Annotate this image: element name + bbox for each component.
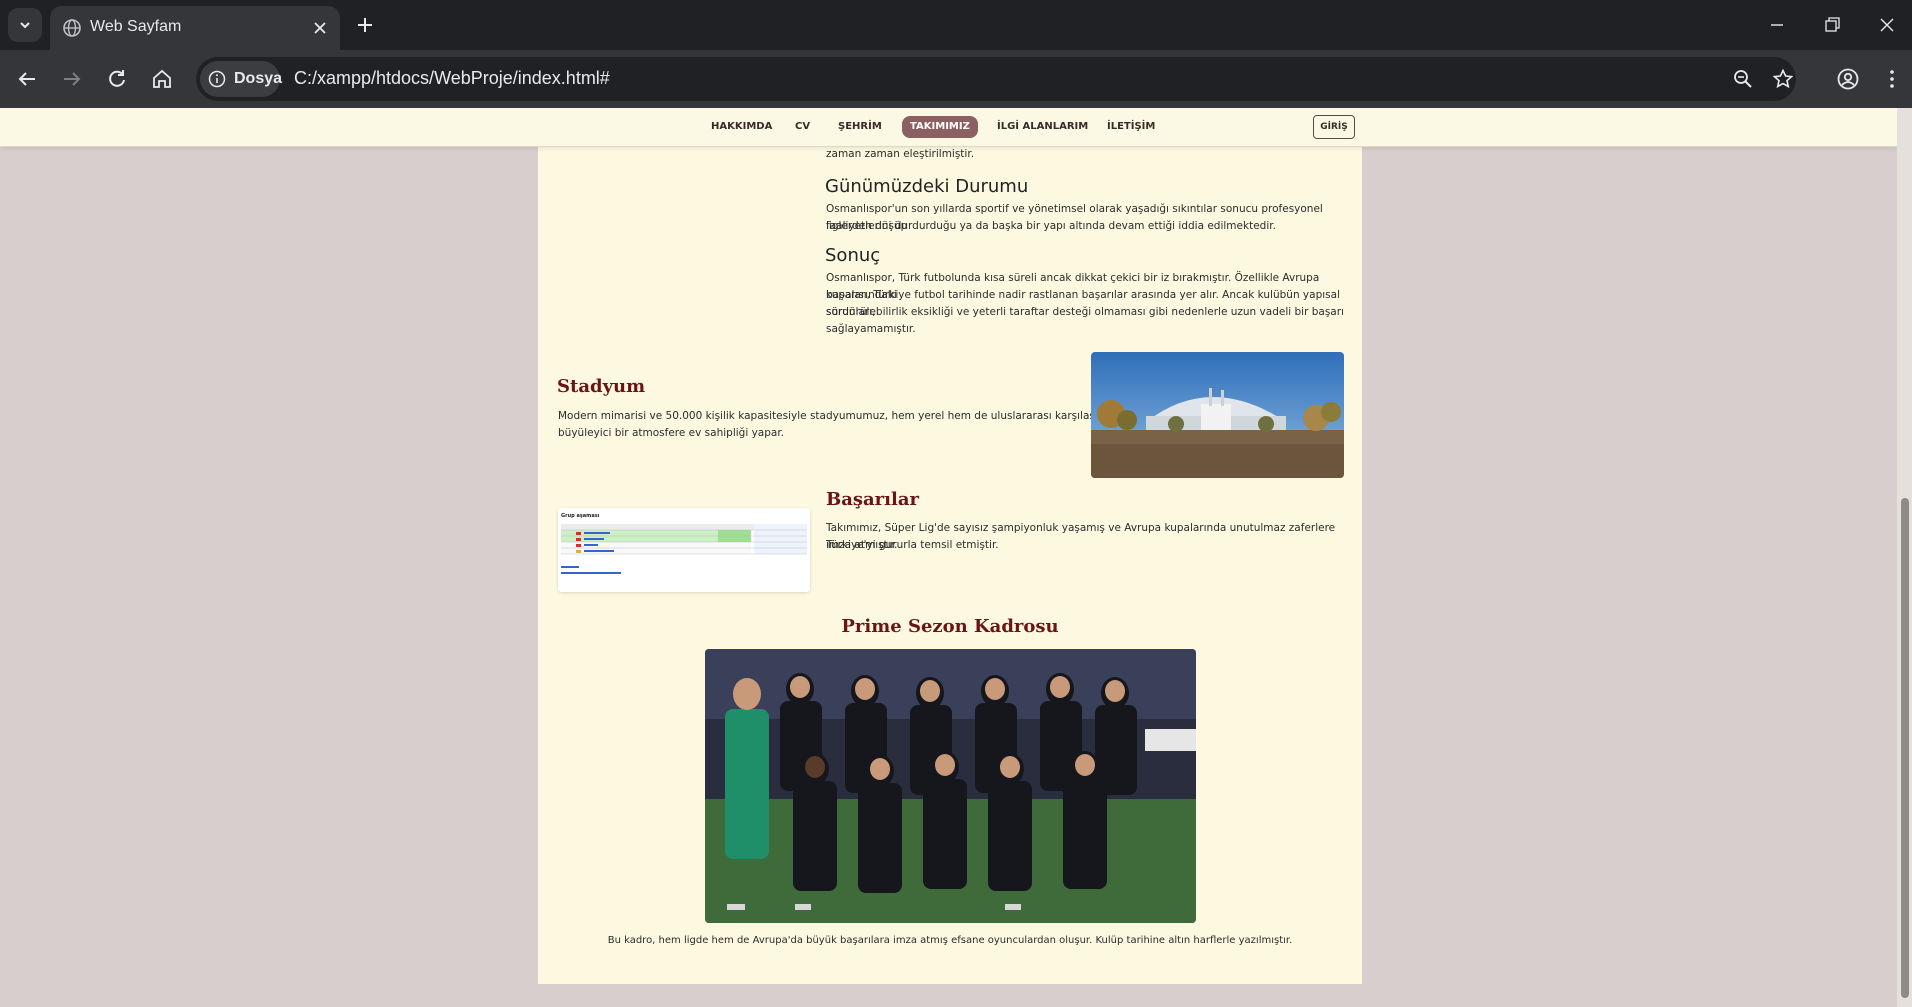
history-tail-text: zaman zaman eleştirilmiştir.	[826, 148, 975, 160]
nav-sehrim[interactable]: ŞEHRİM	[830, 116, 890, 138]
new-tab-plus-icon[interactable]	[355, 15, 375, 35]
reload-icon[interactable]	[105, 67, 129, 91]
window-close-icon[interactable]	[1876, 14, 1898, 36]
nav-iletisim[interactable]: İLETİŞİM	[1099, 116, 1163, 138]
table-title: Grup aşaması	[561, 513, 600, 519]
squad-caption: Bu kadro, hem ligde hem de Avrupa'da büy…	[607, 935, 1293, 946]
minimize-icon[interactable]	[1766, 14, 1788, 36]
profile-icon[interactable]	[1836, 67, 1860, 91]
more-menu-icon[interactable]	[1880, 67, 1904, 91]
result-line-3: sürdürülebilirlik eksikliği ve yeterli t…	[826, 306, 1344, 318]
nav-cv[interactable]: CV	[787, 116, 818, 138]
chevron-down-icon	[20, 22, 30, 29]
tab-title: Web Sayfam	[90, 18, 182, 35]
page-viewport: zaman zaman eleştirilmiştir. Günümüzdeki…	[0, 108, 1897, 1007]
nav-hakkimda[interactable]: HAKKIMDA	[703, 116, 780, 138]
tab-search-button[interactable]	[8, 8, 42, 42]
main-content-panel: zaman zaman eleştirilmiştir. Günümüzdeki…	[538, 108, 1362, 984]
nav-takimimiz[interactable]: TAKIMIMIZ	[902, 116, 978, 138]
login-button[interactable]: GİRİŞ	[1313, 115, 1355, 139]
result-line-4: sağlayamamıştır.	[826, 323, 916, 335]
close-icon[interactable]	[312, 20, 328, 36]
nav-ilgi-alanlarim[interactable]: İLGİ ALANLARIM	[989, 116, 1096, 138]
page-scrollbar[interactable]	[1897, 108, 1912, 1007]
address-bar[interactable]: Dosya C:/xampp/htdocs/WebProje/index.htm…	[196, 57, 1796, 101]
squad-heading: Prime Sezon Kadrosu	[841, 616, 1059, 637]
browser-tab-bar: Web Sayfam	[0, 0, 1912, 50]
site-navbar: HAKKIMDA CV ŞEHRİM TAKIMIMIZ İLGİ ALANLA…	[0, 108, 1897, 147]
bookmark-star-icon[interactable]	[1772, 68, 1794, 90]
home-icon[interactable]	[150, 67, 174, 91]
zoom-out-icon[interactable]	[1732, 68, 1754, 90]
forward-arrow-icon[interactable]	[60, 67, 84, 91]
restore-icon[interactable]	[1821, 14, 1843, 36]
scrollbar-thumb[interactable]	[1901, 498, 1909, 998]
globe-icon	[63, 19, 81, 37]
current-status-heading: Günümüzdeki Durumu	[825, 176, 1029, 197]
site-info-chip[interactable]: Dosya	[200, 61, 283, 97]
stadium-line-1: Modern mimarisi ve 50.000 kişilik kapasi…	[558, 410, 1139, 422]
group-table-image: Grup aşaması	[558, 508, 810, 592]
url-text[interactable]: C:/xampp/htdocs/WebProje/index.html#	[294, 68, 610, 89]
browser-toolbar: Dosya C:/xampp/htdocs/WebProje/index.htm…	[0, 50, 1912, 108]
stadium-line-2: büyüleyici bir atmosfere ev sahipliği ya…	[558, 427, 785, 439]
achievements-line-2: Türkiye'yi gururla temsil etmiştir.	[826, 539, 999, 551]
result-heading: Sonuç	[825, 245, 881, 266]
stadium-heading: Stadyum	[557, 376, 646, 397]
stadium-photo	[1091, 352, 1344, 478]
info-icon	[208, 70, 226, 88]
back-arrow-icon[interactable]	[15, 67, 39, 91]
squad-photo	[705, 649, 1196, 923]
site-chip-label: Dosya	[234, 70, 283, 87]
current-status-line-2: faaliyetlerini durdurduğu ya da başka bi…	[826, 220, 1276, 232]
achievements-heading: Başarılar	[826, 489, 919, 510]
browser-tab[interactable]: Web Sayfam	[50, 6, 340, 50]
